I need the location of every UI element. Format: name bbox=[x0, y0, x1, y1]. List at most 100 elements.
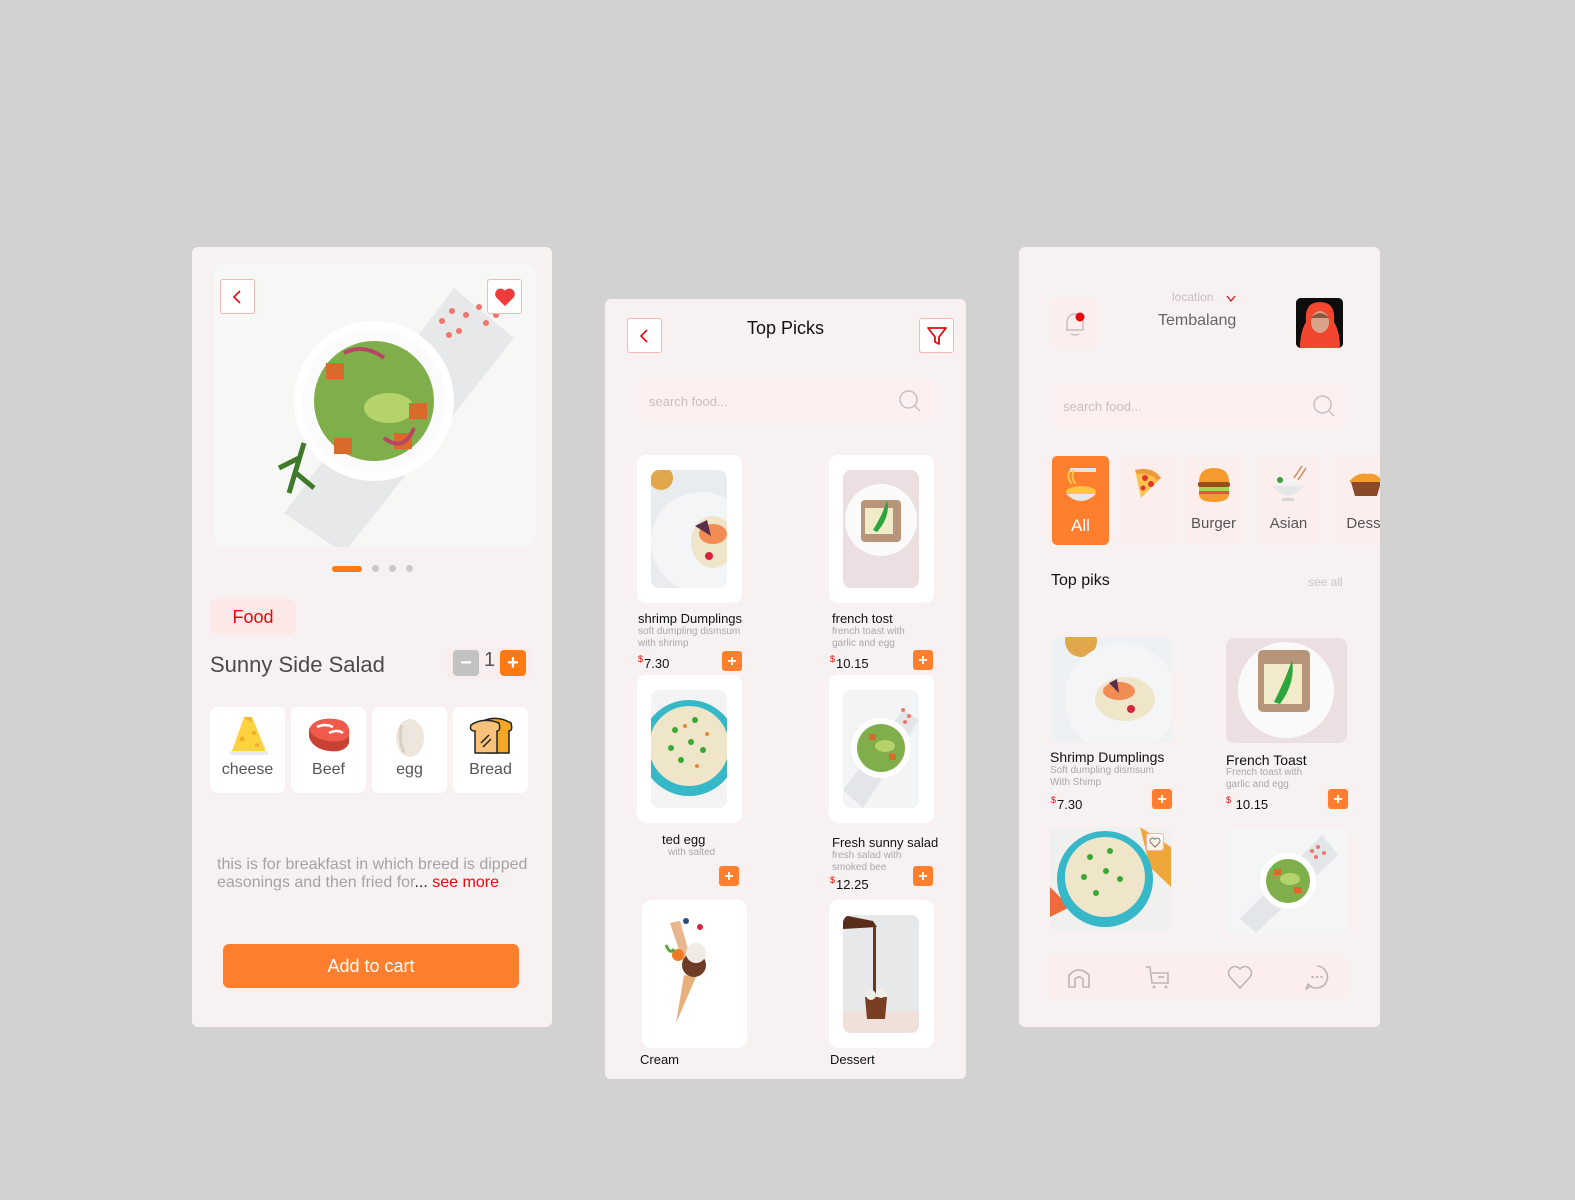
carousel-dot-active[interactable] bbox=[331, 565, 362, 572]
ingredient-cheese[interactable]: cheese bbox=[210, 707, 285, 793]
food-price: $12.25 bbox=[830, 875, 869, 892]
category-label: All bbox=[1071, 516, 1090, 535]
food-name: french tost bbox=[832, 611, 893, 626]
currency-symbol: $ bbox=[830, 875, 836, 885]
add-item-button[interactable]: + bbox=[1152, 789, 1172, 809]
description-ellipsis: ... bbox=[414, 874, 428, 891]
burger-icon bbox=[1198, 468, 1230, 502]
product-title: Sunny Side Salad bbox=[210, 652, 385, 677]
french-toast-image[interactable] bbox=[1226, 638, 1347, 743]
cart-icon[interactable] bbox=[1144, 963, 1172, 991]
chevron-down-icon[interactable] bbox=[1226, 295, 1236, 303]
filter-icon bbox=[926, 326, 947, 345]
increase-quantity-button[interactable]: + bbox=[500, 650, 526, 676]
chat-icon[interactable] bbox=[1303, 963, 1331, 991]
home-icon[interactable] bbox=[1065, 963, 1093, 991]
location-label: location bbox=[1172, 290, 1214, 304]
quantity-stepper: − 1 + bbox=[446, 647, 532, 679]
search-icon[interactable] bbox=[1312, 394, 1336, 418]
food-name: Fresh sunny salad bbox=[832, 835, 939, 850]
product-description: this is for breakfast in which breed is … bbox=[217, 856, 547, 892]
category-burger[interactable]: Burger bbox=[1185, 456, 1242, 545]
category-pizza[interactable] bbox=[1119, 456, 1176, 545]
currency-symbol: $ bbox=[638, 654, 644, 664]
carousel-dot[interactable] bbox=[388, 565, 396, 572]
add-to-cart-button[interactable]: Add to cart bbox=[223, 944, 519, 988]
food-card-dessert[interactable] bbox=[829, 900, 934, 1048]
shrimp-dumplings-image[interactable] bbox=[1051, 637, 1172, 742]
search-input[interactable] bbox=[1063, 384, 1283, 428]
food-card-french-tost[interactable] bbox=[829, 455, 934, 603]
add-item-button[interactable]: + bbox=[719, 866, 739, 886]
ingredient-egg[interactable]: egg bbox=[372, 707, 447, 793]
category-all[interactable]: All bbox=[1052, 456, 1109, 545]
ingredient-beef[interactable]: Beef bbox=[291, 707, 366, 793]
add-item-button[interactable]: + bbox=[913, 866, 933, 886]
filter-button[interactable] bbox=[919, 318, 954, 353]
product-detail-screen: Food Sunny Side Salad − 1 + cheese Beef bbox=[192, 247, 552, 1027]
page-title: Top Picks bbox=[746, 318, 825, 338]
noodles-icon bbox=[1066, 468, 1096, 501]
french-toast-image bbox=[843, 470, 919, 588]
search-icon[interactable] bbox=[898, 389, 922, 413]
heart-outline-icon bbox=[1149, 837, 1161, 848]
add-item-button[interactable]: + bbox=[913, 650, 933, 670]
food-card-shrimp-dumplings[interactable] bbox=[637, 455, 742, 603]
food-price: $ 10.15 bbox=[1226, 795, 1268, 812]
bottom-navigation bbox=[1049, 955, 1347, 1000]
carousel-dot[interactable] bbox=[405, 565, 413, 572]
food-description: French toast with garlic and egg bbox=[1226, 767, 1303, 790]
food-card-fresh-sunny-salad[interactable] bbox=[829, 675, 934, 823]
favorite-button[interactable] bbox=[1146, 833, 1164, 851]
decrease-quantity-button[interactable]: − bbox=[453, 650, 479, 676]
price-value: 7.30 bbox=[1057, 797, 1083, 812]
chevron-left-icon bbox=[232, 289, 241, 304]
back-button[interactable] bbox=[220, 279, 255, 314]
food-name: Dessert bbox=[830, 1052, 875, 1067]
category-label: Burger bbox=[1190, 515, 1237, 532]
carousel-dot[interactable] bbox=[371, 565, 379, 572]
add-item-button[interactable]: + bbox=[1328, 789, 1348, 809]
heart-filled-icon bbox=[494, 288, 515, 306]
ingredients-list: cheese Beef egg Bread bbox=[210, 707, 528, 793]
search-input[interactable] bbox=[649, 379, 869, 423]
food-description: french toast with garlic and egg bbox=[832, 626, 905, 649]
add-item-button[interactable]: + bbox=[722, 651, 742, 671]
top-picks-screen: Top Picks shrimp Dumplings soft dumpling… bbox=[605, 299, 966, 1079]
food-description: soft dumpling dismsum with shrimp bbox=[638, 626, 741, 649]
food-price: $7.30 bbox=[638, 654, 669, 671]
egg-icon bbox=[395, 719, 424, 757]
shrimp-dumplings-image bbox=[651, 470, 727, 588]
category-asian[interactable]: Asian bbox=[1260, 456, 1317, 545]
food-card-cream[interactable] bbox=[642, 900, 747, 1048]
category-dessert[interactable]: Dess bbox=[1335, 456, 1380, 545]
see-more-link[interactable]: see more bbox=[428, 874, 499, 891]
notification-dot bbox=[1075, 312, 1085, 322]
bell-icon bbox=[1066, 312, 1085, 336]
heart-icon[interactable] bbox=[1226, 963, 1254, 991]
beef-icon bbox=[308, 718, 349, 752]
food-description: Soft dumpling dismsum With Shimp bbox=[1050, 765, 1154, 788]
salad-image bbox=[843, 690, 919, 808]
pizza-icon bbox=[1135, 469, 1161, 498]
food-name: Shrimp Dumplings bbox=[1050, 749, 1165, 765]
see-all-link[interactable]: see all bbox=[1308, 575, 1343, 589]
location-value[interactable]: Tembalang bbox=[1158, 312, 1236, 330]
price-value: 12.25 bbox=[836, 877, 869, 892]
avatar[interactable] bbox=[1296, 298, 1343, 348]
category-tag: Food bbox=[210, 599, 296, 635]
favorite-button[interactable] bbox=[487, 279, 522, 314]
rice-bowl-icon bbox=[1272, 465, 1307, 501]
quantity-value: 1 bbox=[484, 649, 496, 671]
fried-rice-image bbox=[651, 690, 727, 808]
ingredient-label: Bread bbox=[469, 761, 512, 778]
cheese-icon bbox=[229, 717, 268, 755]
price-value: 7.30 bbox=[644, 656, 670, 671]
notification-button[interactable] bbox=[1051, 298, 1097, 348]
food-price: $10.15 bbox=[830, 654, 869, 671]
salad-image[interactable] bbox=[1226, 829, 1347, 934]
fried-rice-image[interactable] bbox=[1050, 827, 1171, 932]
ingredient-bread[interactable]: Bread bbox=[453, 707, 528, 793]
food-card-ted-egg[interactable] bbox=[637, 675, 742, 823]
food-description: fresh salad with smoked bee bbox=[832, 850, 902, 873]
